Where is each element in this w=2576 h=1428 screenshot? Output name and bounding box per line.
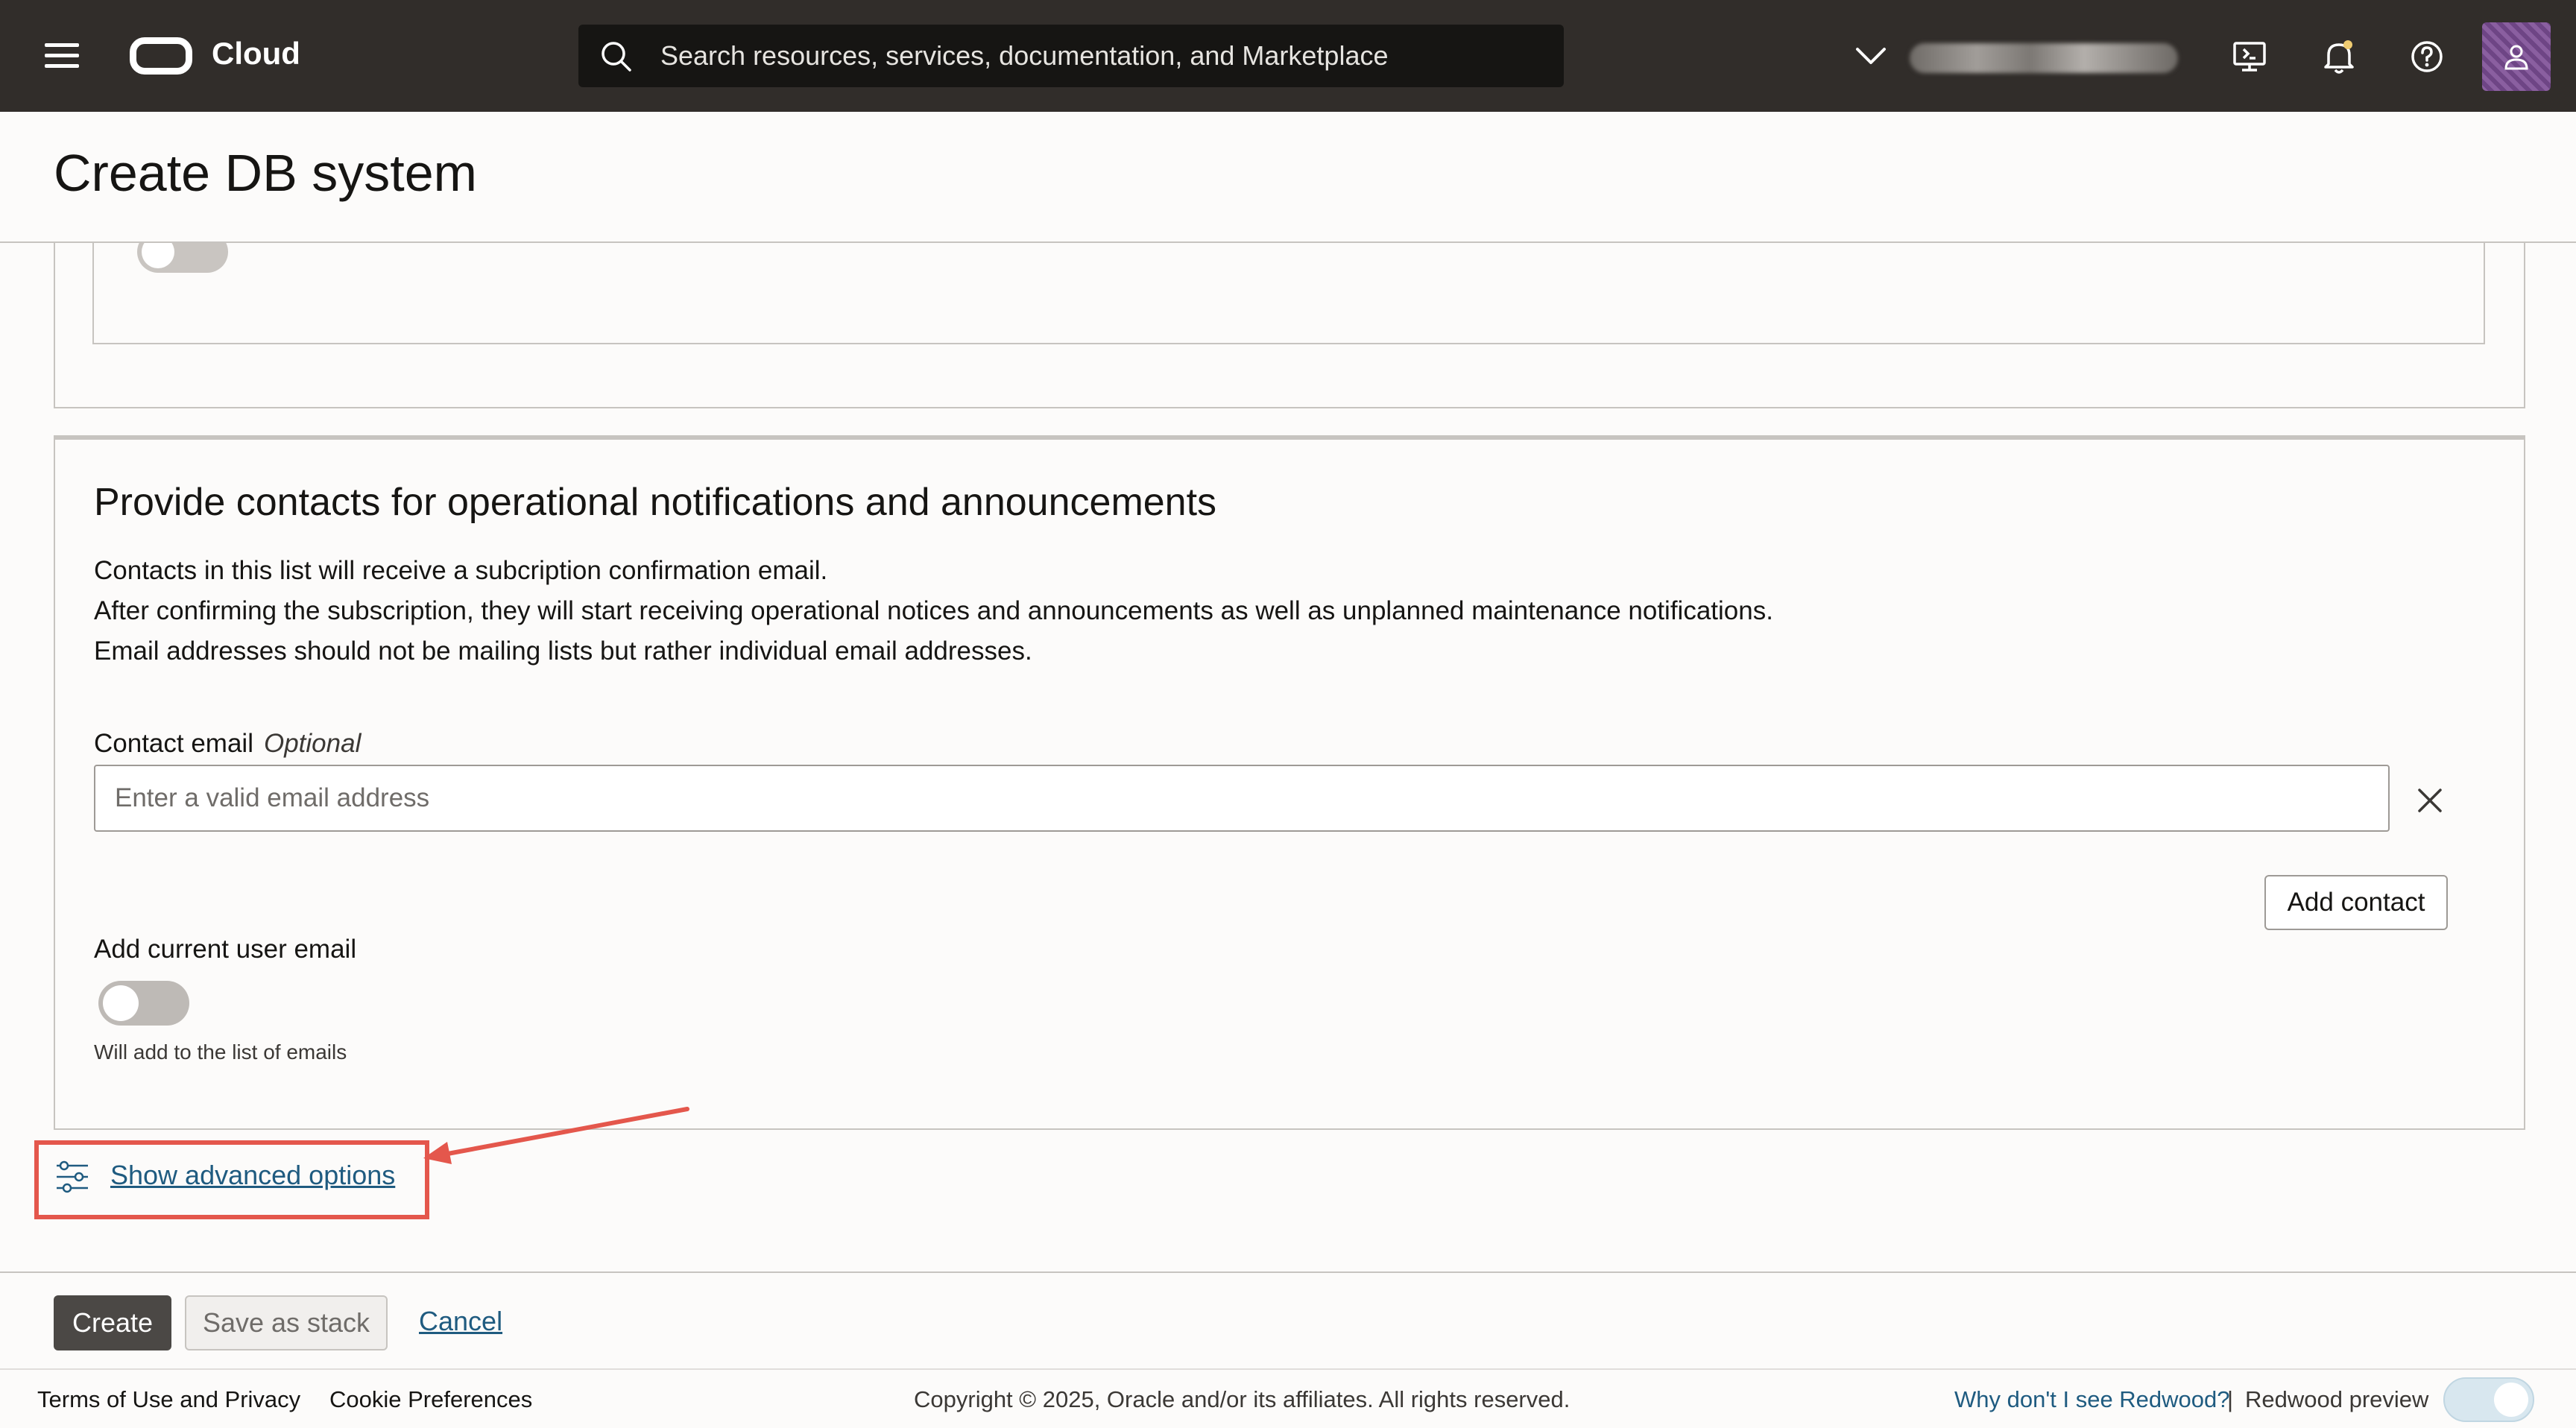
region-selector[interactable] (1910, 43, 2178, 73)
oracle-logo[interactable] (130, 37, 192, 75)
footer: Terms of Use and Privacy Cookie Preferen… (0, 1368, 2576, 1428)
helper-text: Will add to the list of emails (94, 1040, 347, 1064)
search-input[interactable] (659, 25, 1538, 87)
why-redwood-link[interactable]: Why don't I see Redwood? (1954, 1386, 2230, 1413)
action-bar: Create Save as stack Cancel (0, 1271, 2576, 1368)
terms-link[interactable]: Terms of Use and Privacy (37, 1386, 300, 1413)
previous-section (54, 243, 2525, 408)
page-title: Create DB system (54, 144, 477, 202)
contact-email-input[interactable] (94, 765, 2390, 832)
help-icon[interactable] (2405, 34, 2449, 79)
save-as-stack-button[interactable]: Save as stack (185, 1295, 388, 1350)
create-button[interactable]: Create (54, 1295, 171, 1350)
sliders-icon[interactable] (54, 1158, 91, 1195)
show-advanced-options-link[interactable]: Show advanced options (110, 1160, 395, 1191)
menu-icon[interactable] (45, 43, 79, 69)
contacts-section: Provide contacts for operational notific… (54, 435, 2525, 1130)
page-header: Create DB system (0, 112, 2576, 243)
description-line: Email addresses should not be mailing li… (94, 636, 1032, 666)
top-navigation-bar: Cloud (0, 0, 2576, 112)
redwood-preview-toggle[interactable] (2443, 1377, 2534, 1422)
annotation-arrow (423, 1107, 689, 1164)
optional-label: Optional (263, 729, 362, 758)
description-line: After confirming the subscription, they … (94, 596, 1773, 625)
chevron-down-icon[interactable] (1854, 42, 1887, 72)
profile-avatar[interactable] (2482, 22, 2551, 91)
footer-separator: | (2227, 1386, 2234, 1412)
copyright-text: Copyright © 2025, Oracle and/or its affi… (914, 1386, 1570, 1412)
redwood-preview-label: Redwood preview (2245, 1386, 2429, 1412)
cloud-shell-icon[interactable] (2227, 34, 2272, 79)
search-icon (602, 42, 631, 72)
bell-icon[interactable] (2317, 34, 2361, 79)
section-title: Provide contacts for operational notific… (94, 481, 1217, 524)
profile-icon (2504, 45, 2528, 70)
cancel-link[interactable]: Cancel (419, 1306, 502, 1337)
description-line: Contacts in this list will receive a sub… (94, 556, 828, 585)
previous-subsection (92, 243, 2485, 344)
current-user-email-label: Add current user email (94, 935, 357, 964)
add-contact-button[interactable]: Add contact (2264, 875, 2448, 930)
contact-email-label: Contact email Optional (94, 729, 361, 759)
brand-name[interactable]: Cloud (212, 36, 300, 72)
contact-email-label-text: Contact email (94, 729, 253, 758)
close-icon[interactable] (2409, 780, 2451, 821)
search-bar[interactable] (578, 25, 1564, 87)
current-user-email-toggle[interactable] (98, 981, 189, 1026)
cookie-preferences-link[interactable]: Cookie Preferences (329, 1386, 532, 1413)
